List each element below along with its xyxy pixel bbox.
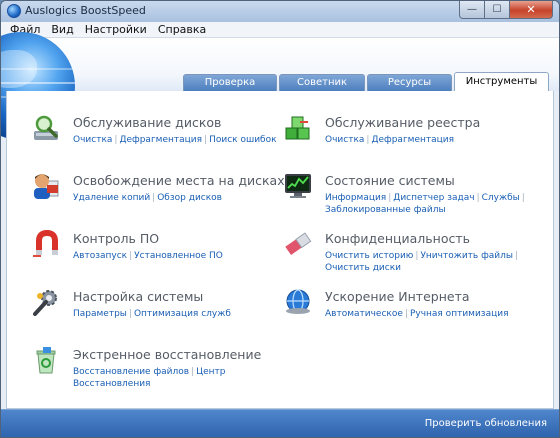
- section-links: Автоматическое | Ручная оптимизация: [325, 309, 509, 319]
- link-automatic[interactable]: Автоматическое: [325, 309, 403, 319]
- monitor-chart-icon: [285, 174, 311, 198]
- link-registry-cleanup[interactable]: Очистка: [325, 135, 364, 145]
- section-title: Освобождение места на дисках: [73, 173, 285, 188]
- maximize-button[interactable]: ☐: [485, 1, 510, 19]
- section-links: Очистка | Дефрагментация: [325, 135, 455, 145]
- section-title: Состояние системы: [325, 173, 455, 188]
- menu-view[interactable]: Вид: [46, 22, 79, 38]
- link-system-info[interactable]: Информация: [325, 193, 386, 203]
- link-file-recovery[interactable]: Восстановление файлов: [73, 367, 189, 377]
- recycle-bin-icon: [36, 347, 56, 374]
- tab-tools[interactable]: Инструменты: [454, 72, 549, 91]
- title-bar[interactable]: Auslogics BoostSpeed — ☐ ✕: [1, 1, 559, 22]
- link-startup[interactable]: Автозапуск: [73, 251, 127, 261]
- link-wipe-disks[interactable]: Очистить диски: [325, 263, 401, 273]
- link-services[interactable]: Службы: [482, 193, 520, 203]
- link-task-manager[interactable]: Диспетчер задач: [393, 193, 474, 203]
- section-links: Информация | Диспетчер задач | Службы |Заблок…: [325, 193, 525, 215]
- section-title: Контроль ПО: [73, 231, 160, 246]
- wrench-gear-icon: [33, 290, 57, 316]
- close-button[interactable]: ✕: [510, 1, 553, 19]
- app-globe-icon: [7, 4, 21, 18]
- section-links: Восстановление файлов | Центр Восстановлен…: [73, 367, 226, 389]
- link-remove-duplicates[interactable]: Удаление копий: [73, 193, 150, 203]
- link-installed-software[interactable]: Установленное ПО: [134, 251, 223, 261]
- tab-system-check[interactable]: Проверка системы: [183, 74, 277, 104]
- status-bar: Проверить обновления: [1, 409, 559, 437]
- section-links: Очистить историю | Уничтожить файлы |Очисти…: [325, 251, 519, 273]
- tab-resources[interactable]: Ресурсы: [367, 74, 452, 91]
- link-disk-cleanup[interactable]: Очистка: [73, 135, 112, 145]
- section-title: Ускорение Интернета: [325, 289, 470, 304]
- section-title: Обслуживание дисков: [73, 115, 222, 130]
- link-error-check[interactable]: Поиск ошибок: [209, 135, 276, 145]
- check-updates-link[interactable]: Проверить обновления: [425, 418, 547, 429]
- section-links: Удаление копий | Обзор дисков: [73, 193, 222, 203]
- registry-cubes-icon: [285, 116, 310, 140]
- window-title: Auslogics BoostSpeed: [25, 4, 146, 17]
- eraser-icon: [285, 232, 312, 255]
- menu-settings[interactable]: Настройки: [80, 22, 153, 38]
- magnet-icon: [33, 229, 58, 257]
- link-clear-history[interactable]: Очистить историю: [325, 251, 413, 261]
- link-system-settings[interactable]: Параметры: [73, 309, 127, 319]
- link-registry-defrag[interactable]: Дефрагментация: [371, 135, 454, 145]
- minimize-button[interactable]: —: [459, 1, 485, 19]
- disk-magnifier-icon: [34, 115, 58, 140]
- link-locked-files[interactable]: Заблокированные файлы: [325, 205, 446, 215]
- user-files-icon: [34, 174, 59, 199]
- menu-bar: Файл Вид Настройки Справка: [1, 22, 559, 38]
- globe-network-icon: [286, 289, 310, 314]
- section-title: Обслуживание реестра: [325, 115, 481, 130]
- window-controls: — ☐ ✕: [459, 1, 553, 19]
- main-window: Auslogics BoostSpeed — ☐ ✕ Файл Вид Наст…: [0, 0, 560, 438]
- tab-bar: Проверка системы Советник Ресурсы Инстру…: [183, 72, 551, 104]
- section-links: Автозапуск | Установленное ПО: [73, 251, 223, 261]
- section-title: Экстренное восстановление: [73, 347, 262, 362]
- link-disk-explorer[interactable]: Обзор дисков: [157, 193, 222, 203]
- link-disk-defrag[interactable]: Дефрагментация: [119, 135, 202, 145]
- tab-advisor[interactable]: Советник: [279, 74, 365, 91]
- link-manual-optimization[interactable]: Ручная оптимизация: [410, 309, 509, 319]
- tools-panel: Обслуживание дисков Очистка | Дефрагментац…: [6, 91, 554, 409]
- link-service-optimization[interactable]: Оптимизация служб: [134, 309, 231, 319]
- section-title: Конфиденциальность: [325, 231, 471, 246]
- menu-help[interactable]: Справка: [153, 22, 212, 38]
- section-links: Параметры | Оптимизация служб: [73, 309, 231, 319]
- section-links: Очистка | Дефрагментация | Поиск ошибок: [73, 135, 277, 145]
- section-title: Настройка системы: [73, 289, 204, 304]
- link-shred-files[interactable]: Уничтожить файлы: [420, 251, 513, 261]
